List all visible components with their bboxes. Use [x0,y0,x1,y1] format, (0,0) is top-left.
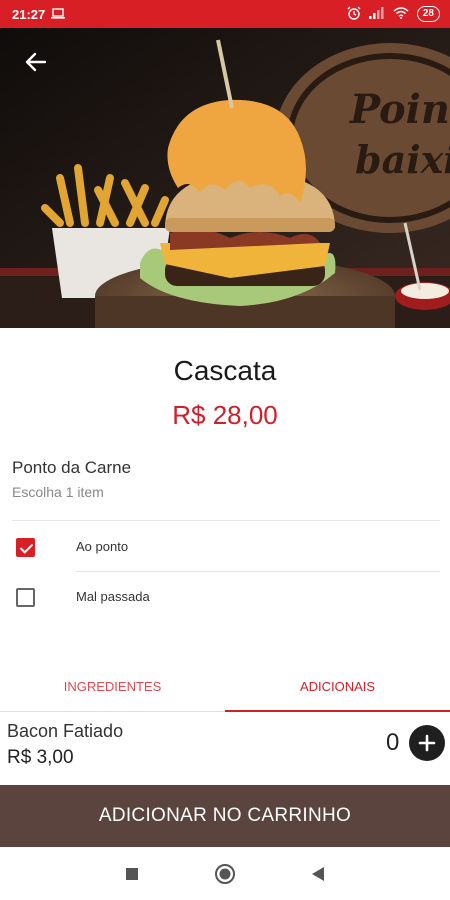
sign-text-top: Poin [349,86,450,133]
product-image: Poin baixi [0,28,450,328]
alarm-icon [347,6,361,23]
laptop-icon [51,7,66,22]
burger-photo: Poin baixi [0,28,450,328]
product-name: Cascata [173,355,277,386]
addon-quantity: 0 [386,729,400,756]
wifi-icon [393,6,409,22]
battery-indicator: 28 [416,6,440,22]
back-button[interactable] [18,44,54,80]
option-label: Ao ponto [76,539,129,554]
option-group-subtitle: Escolha 1 item [12,484,104,500]
tab-ingredientes[interactable]: INGREDIENTES [0,672,225,711]
signal-icon [368,6,385,22]
square-icon [126,868,138,880]
tab-adicionais[interactable]: ADICIONAIS [225,672,450,712]
option-label: Mal passada [76,589,150,604]
tab-bar: INGREDIENTES ADICIONAIS [0,672,450,712]
status-bar: 21:27 28 [0,0,450,28]
product-detail-screen: 21:27 28 Poin baixi Cascata R$ 28,00 Pon… [0,0,450,900]
addon-price: R$ 3,00 [7,747,74,768]
checkbox-unchecked[interactable] [16,588,35,607]
status-left: 21:27 [12,6,66,22]
system-nav-bar [0,847,450,900]
addon-name: Bacon Fatiado [7,721,124,741]
product-price: R$ 28,00 [172,400,278,430]
add-to-cart-button[interactable]: ADICIONAR NO CARRINHO [0,785,450,847]
circle-icon [215,864,235,884]
option-ao-ponto[interactable]: Ao ponto [0,528,450,568]
divider [12,520,440,521]
sign-text-bottom: baixi [355,137,450,182]
checkbox-checked[interactable] [16,538,35,557]
divider [76,571,440,572]
recents-button[interactable] [119,861,145,887]
option-mal-passada[interactable]: Mal passada [0,578,450,618]
option-group-title: Ponto da Carne [12,458,132,477]
status-time: 21:27 [12,6,46,22]
triangle-back-icon [312,867,324,881]
add-quantity-button[interactable] [409,725,445,761]
back-nav-button[interactable] [305,861,331,887]
status-right: 28 [347,6,440,23]
arrow-left-icon [25,52,47,72]
home-button[interactable] [212,861,238,887]
plus-icon [418,734,436,752]
